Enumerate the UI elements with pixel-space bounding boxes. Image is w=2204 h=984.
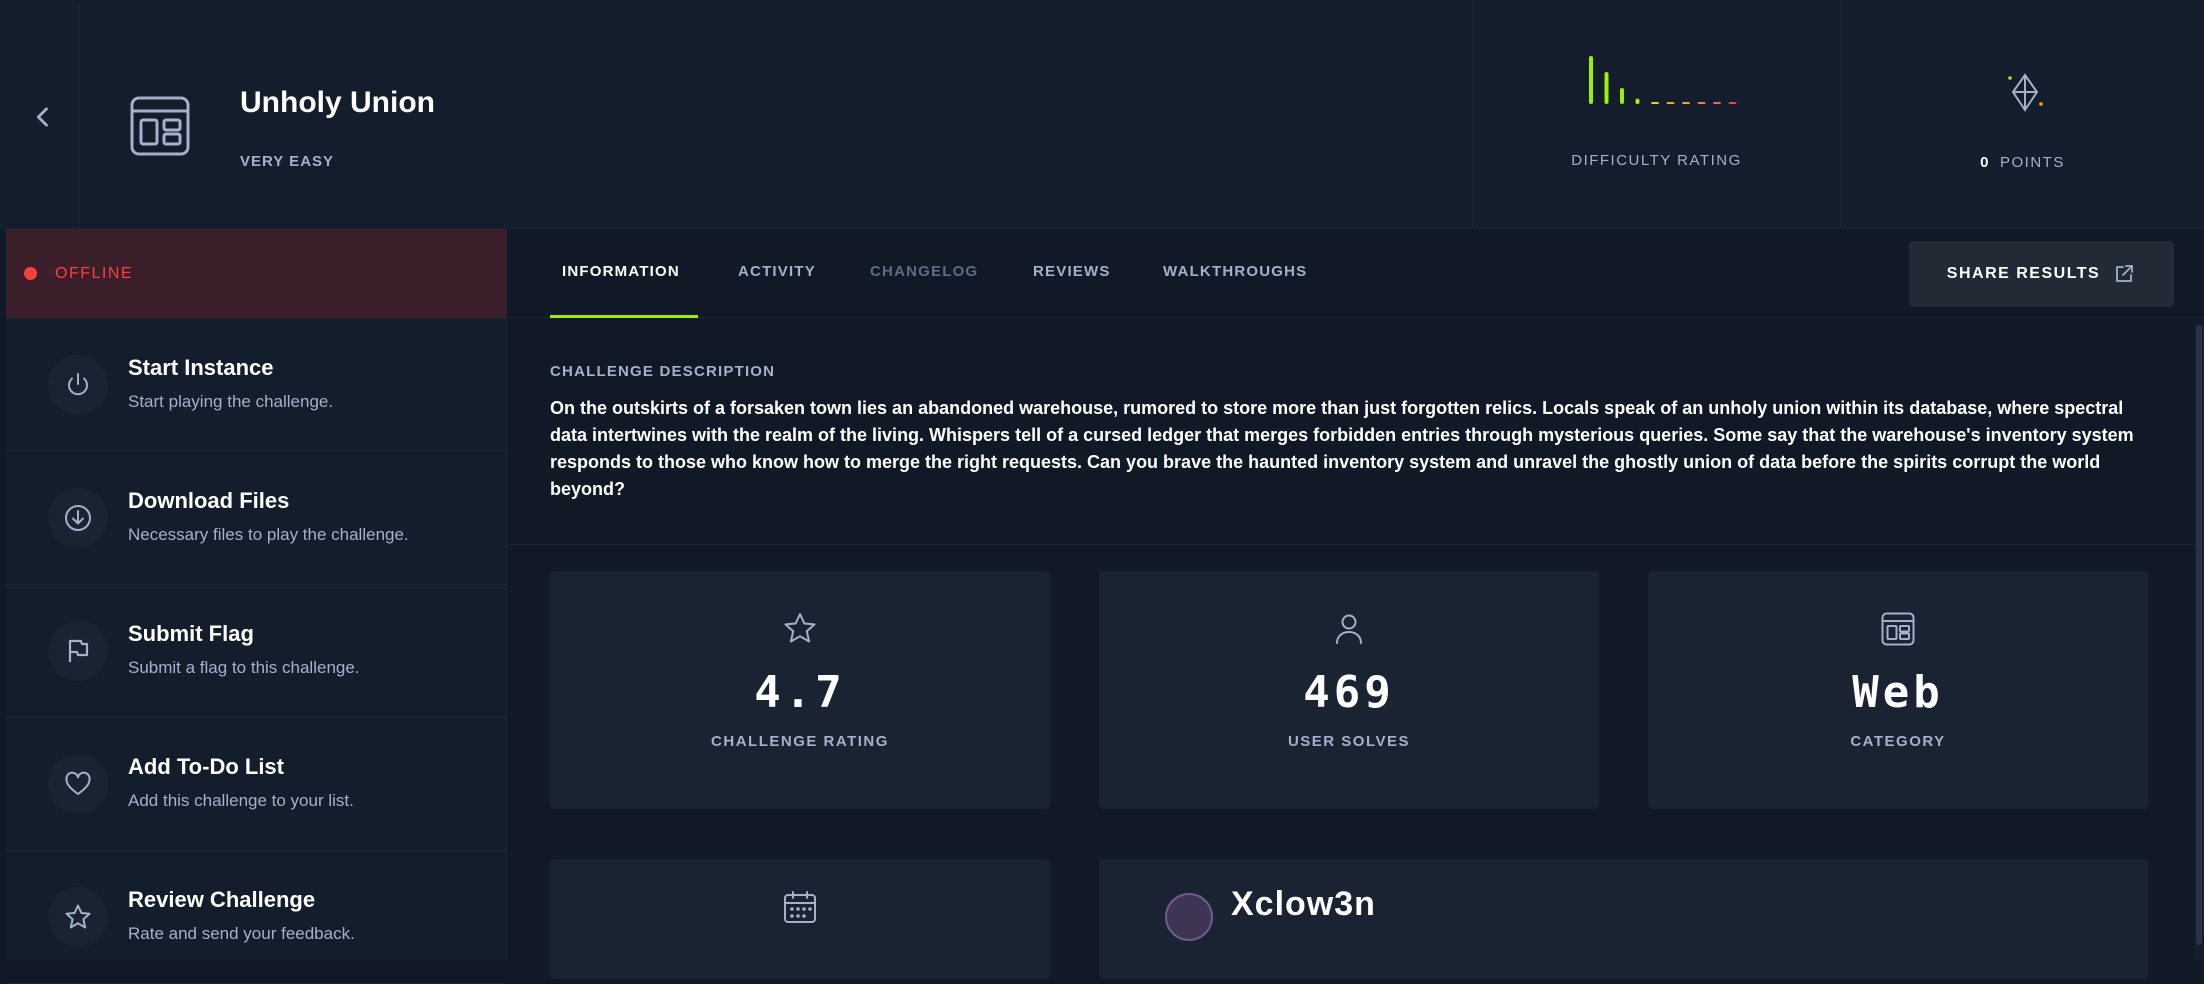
star-outline-icon bbox=[784, 613, 816, 643]
challenge-rating-card: 4.7 CHALLENGE RATING bbox=[550, 571, 1050, 809]
difficulty-rating-label: DIFFICULTY RATING bbox=[1571, 152, 1742, 169]
action-desc: Start playing the challenge. bbox=[128, 392, 334, 411]
creator-name[interactable]: Xclow3n bbox=[1231, 885, 1376, 924]
difficulty-level: VERY EASY bbox=[240, 153, 335, 170]
status-text: OFFLINE bbox=[55, 264, 134, 282]
main-content: INFORMATION ACTIVITY CHANGELOG REVIEWS W… bbox=[507, 229, 2204, 979]
download-files-button[interactable]: Download Files Necessary files to play t… bbox=[6, 452, 506, 585]
action-desc: Rate and send your feedback. bbox=[128, 924, 355, 943]
stat-label: CHALLENGE RATING bbox=[711, 733, 889, 750]
challenge-header: Unholy Union VERY EASY DIFFICULTY RATING… bbox=[0, 0, 2204, 229]
submit-flag-button[interactable]: Submit Flag Submit a flag to this challe… bbox=[6, 585, 506, 718]
review-challenge-button[interactable]: Review Challenge Rate and send your feed… bbox=[6, 851, 506, 984]
tab-activity[interactable]: ACTIVITY bbox=[738, 263, 816, 280]
action-desc: Submit a flag to this challenge. bbox=[128, 658, 360, 677]
difficulty-bar bbox=[1620, 88, 1624, 104]
status-dot bbox=[24, 267, 37, 280]
share-results-button[interactable]: SHARE RESULTS bbox=[1909, 241, 2174, 307]
difficulty-bar bbox=[1728, 102, 1737, 104]
user-icon bbox=[1336, 614, 1362, 644]
action-title: Submit Flag bbox=[128, 621, 254, 646]
power-icon bbox=[48, 355, 108, 415]
web-category-icon bbox=[1881, 612, 1915, 646]
machine-status: OFFLINE bbox=[6, 229, 506, 319]
description-heading: CHALLENGE DESCRIPTION bbox=[550, 363, 776, 380]
action-desc: Add this challenge to your list. bbox=[128, 791, 354, 810]
tab-changelog: CHANGELOG bbox=[870, 263, 979, 280]
download-icon bbox=[48, 488, 108, 548]
tab-bar: INFORMATION ACTIVITY CHANGELOG REVIEWS W… bbox=[507, 229, 2204, 318]
difficulty-bar bbox=[1697, 102, 1706, 104]
difficulty-bar bbox=[1651, 102, 1659, 104]
difficulty-rating-panel: DIFFICULTY RATING bbox=[1472, 0, 1840, 229]
stat-value: Web bbox=[1852, 667, 1944, 718]
tab-walkthroughs[interactable]: WALKTHROUGHS bbox=[1163, 263, 1307, 280]
difficulty-bar bbox=[1604, 72, 1609, 104]
creator-avatar[interactable] bbox=[1165, 893, 1213, 941]
content-scrollbar[interactable] bbox=[2194, 321, 2204, 960]
points-row: 0 POINTS bbox=[1841, 154, 2204, 171]
web-category-icon bbox=[130, 96, 190, 156]
tab-information[interactable]: INFORMATION bbox=[562, 263, 680, 280]
share-external-icon bbox=[2116, 265, 2134, 282]
difficulty-bar bbox=[1682, 102, 1690, 104]
description-body: On the outskirts of a forsaken town lies… bbox=[550, 398, 2134, 499]
add-todo-button[interactable]: Add To-Do List Add this challenge to you… bbox=[6, 718, 506, 851]
points-value: 0 bbox=[1980, 154, 1990, 171]
release-date-card bbox=[550, 859, 1050, 979]
tab-reviews[interactable]: REVIEWS bbox=[1033, 263, 1111, 280]
points-gem-icon bbox=[2008, 73, 2043, 112]
creator-card: Xclow3n bbox=[1099, 859, 2148, 979]
stat-value: 4.7 bbox=[754, 667, 846, 718]
action-title: Start Instance bbox=[128, 355, 274, 380]
stat-value: 469 bbox=[1303, 667, 1395, 718]
action-sidebar: OFFLINE Start Instance Start playing the… bbox=[6, 229, 507, 984]
star-icon bbox=[48, 887, 108, 947]
category-card: Web CATEGORY bbox=[1648, 571, 2148, 809]
challenge-description: CHALLENGE DESCRIPTION On the outskirts o… bbox=[507, 318, 2204, 545]
difficulty-bar bbox=[1589, 56, 1593, 104]
heart-icon bbox=[48, 754, 108, 814]
challenge-title: Unholy Union bbox=[240, 86, 435, 119]
points-label: POINTS bbox=[2000, 154, 2065, 171]
stat-label: USER SOLVES bbox=[1287, 733, 1411, 750]
action-title: Add To-Do List bbox=[128, 754, 284, 779]
user-solves-card: 469 USER SOLVES bbox=[1099, 571, 1599, 809]
action-title: Download Files bbox=[128, 488, 290, 513]
back-button[interactable] bbox=[6, 4, 80, 229]
difficulty-bar bbox=[1666, 102, 1675, 104]
start-instance-button[interactable]: Start Instance Start playing the challen… bbox=[6, 319, 506, 452]
scrollbar-thumb[interactable] bbox=[2196, 325, 2202, 945]
flag-icon bbox=[48, 621, 108, 681]
difficulty-chart bbox=[1589, 56, 1737, 104]
stat-label: CATEGORY bbox=[1850, 733, 1946, 750]
difficulty-bar bbox=[1635, 98, 1640, 104]
action-desc: Necessary files to play the challenge. bbox=[128, 525, 409, 544]
action-title: Review Challenge bbox=[128, 887, 316, 912]
calendar-icon bbox=[784, 891, 816, 923]
points-panel: 0 POINTS bbox=[1840, 0, 2204, 229]
difficulty-bar bbox=[1713, 102, 1721, 104]
share-results-label: SHARE RESULTS bbox=[1946, 265, 2101, 282]
chevron-left-icon bbox=[36, 106, 48, 127]
